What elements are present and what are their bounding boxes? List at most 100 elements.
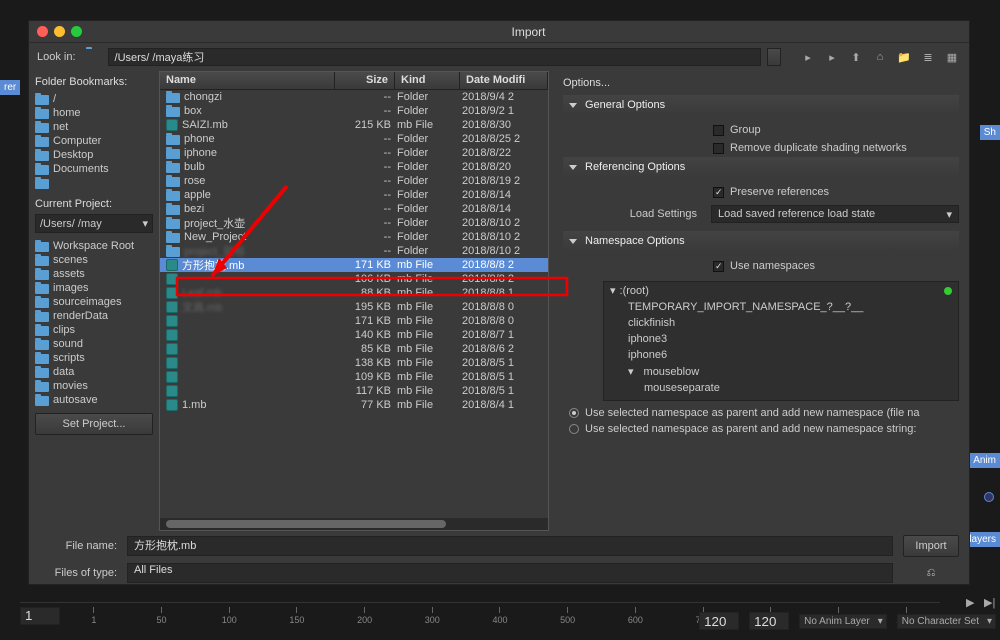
group-checkbox[interactable] [713, 125, 724, 136]
file-row[interactable]: 109 KBmb File2018/8/5 1 [160, 370, 548, 384]
load-settings-combo[interactable]: Load saved reference load state▾ [711, 205, 959, 223]
project-folder-item[interactable]: assets [35, 267, 153, 281]
anim-layer-combo[interactable]: No Anim Layer [799, 614, 887, 629]
folder-icon [166, 149, 180, 159]
new-folder-icon[interactable]: 📁 [895, 48, 913, 66]
project-folder-item[interactable]: scripts [35, 351, 153, 365]
path-history-dropdown[interactable] [767, 48, 781, 66]
bookmark-add-icon[interactable]: ▸ [799, 48, 817, 66]
folder-icon [35, 109, 49, 119]
timeline-footer: No Anim Layer No Character Set [699, 612, 996, 630]
file-row[interactable]: bezi--Folder2018/8/14 [160, 202, 548, 216]
file-row[interactable]: box--Folder2018/9/2 1 [160, 104, 548, 118]
file-row[interactable]: project_水壶--Folder2018/8/10 2 [160, 216, 548, 230]
maya-file-icon [166, 259, 178, 271]
file-row[interactable]: 1.mb77 KBmb File2018/8/4 1 [160, 398, 548, 412]
maya-file-icon [166, 329, 178, 341]
remove-dup-checkbox[interactable] [713, 143, 724, 154]
titlebar: Import [29, 21, 969, 43]
file-row[interactable]: 140 KBmb File2018/8/7 1 [160, 328, 548, 342]
playback-controls: ▶ ▶| [966, 596, 998, 610]
ns-radio-2[interactable] [569, 424, 579, 434]
file-row[interactable]: 138 KBmb File2018/8/5 1 [160, 356, 548, 370]
timeline-tick: 50 [128, 607, 196, 625]
col-name[interactable]: Name [160, 72, 335, 89]
maya-file-icon [166, 357, 178, 369]
file-row[interactable]: 171 KBmb File2018/8/8 0 [160, 314, 548, 328]
file-row[interactable]: 117 KBmb File2018/8/5 1 [160, 384, 548, 398]
project-folder-item[interactable]: sound [35, 337, 153, 351]
minimize-icon[interactable] [54, 26, 65, 37]
preserve-refs-checkbox[interactable] [713, 187, 724, 198]
folder-icon [166, 135, 180, 145]
file-row[interactable]: Leaf.mb88 KBmb File2018/8/8 1 [160, 286, 548, 300]
bookmark-item[interactable] [35, 176, 153, 190]
general-options-header[interactable]: General Options [563, 95, 959, 115]
project-path[interactable]: /Users/ /may▾ [35, 214, 153, 233]
chevron-down-icon: ▾ [946, 208, 952, 221]
file-row[interactable]: 文具.mb195 KBmb File2018/8/8 0 [160, 300, 548, 314]
zoom-icon[interactable] [71, 26, 82, 37]
bookmark-item[interactable]: net [35, 120, 153, 134]
play-icon[interactable]: ▶ [966, 596, 980, 610]
col-size[interactable]: Size [335, 72, 395, 89]
project-folder-item[interactable]: autosave [35, 393, 153, 407]
bookmark-item[interactable]: Desktop [35, 148, 153, 162]
project-folder-item[interactable]: Workspace Root [35, 239, 153, 253]
project-folder-item[interactable]: sourceimages [35, 295, 153, 309]
file-row[interactable]: New_Project--Folder2018/8/10 2 [160, 230, 548, 244]
filter-icon[interactable]: ⎌ [903, 567, 959, 580]
use-namespaces-checkbox[interactable] [713, 261, 724, 272]
bookmark-item[interactable]: / [35, 92, 153, 106]
bookmark-item[interactable]: home [35, 106, 153, 120]
referencing-options-header[interactable]: Referencing Options [563, 157, 959, 177]
file-row[interactable]: bulb--Folder2018/8/20 [160, 160, 548, 174]
bookmark-remove-icon[interactable]: ▸ [823, 48, 841, 66]
play-end-icon[interactable]: ▶| [984, 596, 998, 610]
ns-radio-1[interactable] [569, 408, 579, 418]
namespace-options-header[interactable]: Namespace Options [563, 231, 959, 251]
thumb-view-icon[interactable]: ▦ [943, 48, 961, 66]
path-input[interactable]: /Users/ /maya练习 [108, 48, 761, 66]
project-folder-item[interactable]: images [35, 281, 153, 295]
list-view-icon[interactable]: ≣ [919, 48, 937, 66]
file-row[interactable]: iphone--Folder2018/8/22 [160, 146, 548, 160]
file-row[interactable]: project_鼠标--Folder2018/8/10 2 [160, 244, 548, 258]
file-row[interactable]: 85 KBmb File2018/8/6 2 [160, 342, 548, 356]
file-header: Name Size Kind Date Modifi [160, 72, 548, 90]
folder-icon [166, 219, 180, 229]
col-kind[interactable]: Kind [395, 72, 460, 89]
file-row[interactable]: SAIZI.mb215 KBmb File2018/8/30 [160, 118, 548, 132]
set-project-button[interactable]: Set Project... [35, 413, 153, 435]
file-row[interactable]: chongzi--Folder2018/9/4 2 [160, 90, 548, 104]
close-icon[interactable] [37, 26, 48, 37]
import-dialog: Import Look in: /Users/ /maya练习 ▸ ▸ ⬆ ⌂ … [28, 20, 970, 585]
bookmark-item[interactable]: Computer [35, 134, 153, 148]
time-start[interactable] [20, 607, 60, 625]
time-end[interactable] [699, 612, 739, 630]
file-row[interactable]: phone--Folder2018/8/25 2 [160, 132, 548, 146]
home-icon[interactable]: ⌂ [871, 48, 889, 66]
filename-input[interactable]: 方形抱枕.mb [127, 536, 893, 556]
bookmark-item[interactable]: Documents [35, 162, 153, 176]
char-set-combo[interactable]: No Character Set [897, 614, 996, 629]
project-folder-item[interactable]: renderData [35, 309, 153, 323]
timeline-tick: 400 [466, 607, 534, 625]
up-folder-icon[interactable]: ⬆ [847, 48, 865, 66]
file-row[interactable]: apple--Folder2018/8/14 [160, 188, 548, 202]
file-row[interactable]: 106 KBmb File2018/8/8 2 [160, 272, 548, 286]
project-folder-item[interactable]: scenes [35, 253, 153, 267]
project-folder-item[interactable]: data [35, 365, 153, 379]
col-date[interactable]: Date Modifi [460, 72, 548, 89]
file-row[interactable]: rose--Folder2018/8/19 2 [160, 174, 548, 188]
import-button[interactable]: Import [903, 535, 959, 557]
project-folder-item[interactable]: movies [35, 379, 153, 393]
namespace-tree[interactable]: ▾:(root) TEMPORARY_IMPORT_NAMESPACE_?__?… [603, 281, 959, 401]
folder-icon [35, 179, 49, 189]
time-end2[interactable] [749, 612, 789, 630]
filetype-combo[interactable]: All Files [127, 563, 893, 583]
project-folder-item[interactable]: clips [35, 323, 153, 337]
hscrollbar[interactable] [160, 518, 548, 530]
side-label: Sh [980, 125, 1000, 140]
file-row[interactable]: 方形抱枕.mb171 KBmb File2018/8/8 2 [160, 258, 548, 272]
